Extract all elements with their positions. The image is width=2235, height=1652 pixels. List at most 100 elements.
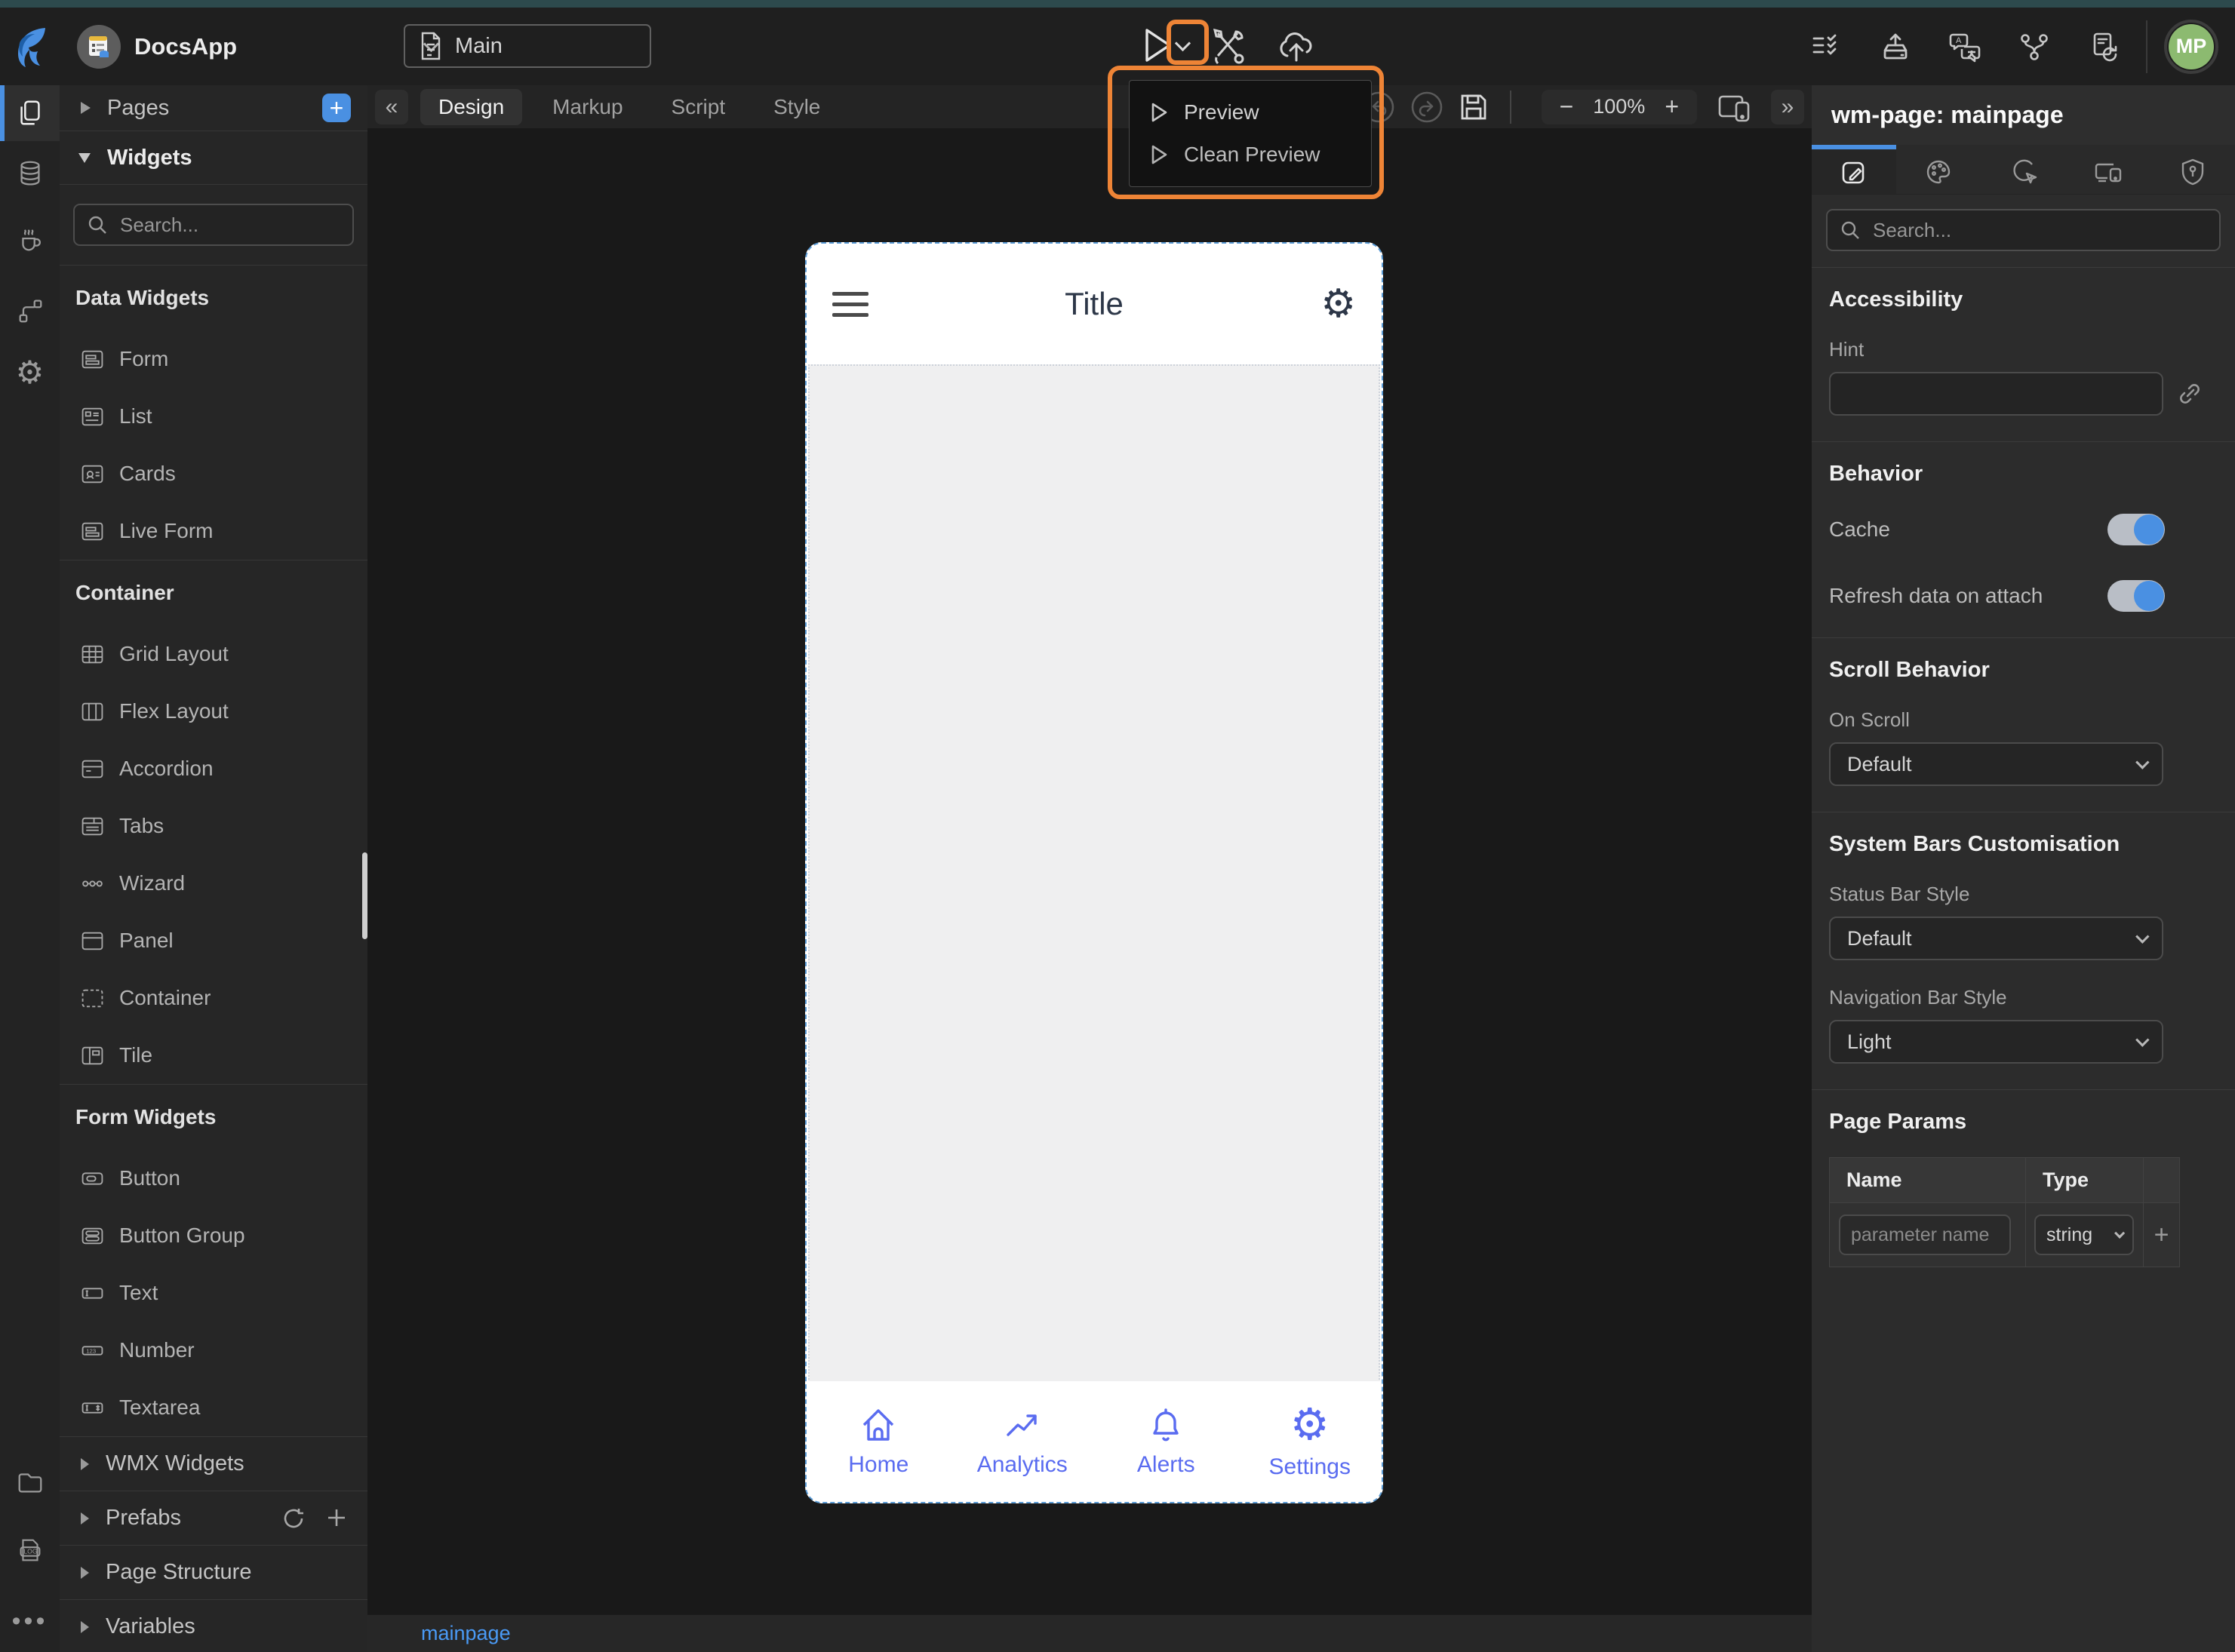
nav-item-analytics[interactable]: Analytics: [951, 1381, 1095, 1502]
cache-row: Cache: [1829, 514, 2218, 545]
widget-search[interactable]: [73, 204, 354, 246]
preview-chevron-button[interactable]: [1174, 35, 1191, 52]
param-name-input[interactable]: [1839, 1214, 2011, 1255]
palette-icon[interactable]: [1896, 145, 1981, 194]
add-page-button[interactable]: +: [322, 94, 351, 122]
widget-item[interactable]: Form: [60, 330, 367, 388]
widget-item[interactable]: Tabs: [60, 797, 367, 855]
widget-item[interactable]: Panel: [60, 912, 367, 969]
properties-search[interactable]: [1826, 209, 2221, 251]
settings-icon[interactable]: ⚙: [0, 345, 60, 401]
shield-icon[interactable]: [2150, 145, 2235, 194]
tab-script[interactable]: Script: [653, 89, 744, 125]
nav-item-home[interactable]: Home: [807, 1381, 951, 1502]
logs-icon[interactable]: LOG: [0, 1522, 60, 1578]
redo-button[interactable]: [1410, 91, 1443, 124]
more-icon[interactable]: •••: [0, 1593, 60, 1649]
widget-item[interactable]: Container: [60, 969, 367, 1027]
nav-item-alerts[interactable]: Alerts: [1094, 1381, 1238, 1502]
search-icon: [88, 216, 106, 234]
run-button[interactable]: [1141, 26, 1174, 65]
pointer-icon[interactable]: [1981, 145, 2065, 194]
java-services-icon[interactable]: [0, 212, 60, 268]
phone-mockup[interactable]: Title ⚙ Home Analytics Alerts ⚙ Settings: [805, 242, 1383, 1503]
hint-label: Hint: [1829, 338, 1865, 361]
widget-item[interactable]: Wizard: [60, 855, 367, 912]
widget-search-input[interactable]: [118, 212, 340, 238]
translate-icon[interactable]: A: [1930, 30, 2000, 63]
zoom-in-button[interactable]: +: [1665, 93, 1679, 121]
widget-item[interactable]: Text: [60, 1264, 367, 1322]
page-file-icon: [421, 32, 441, 60]
panel-scrollbar-thumb[interactable]: [362, 852, 367, 939]
tools-icon[interactable]: [1210, 27, 1245, 65]
topbar-icon-group: A: [1791, 30, 2138, 63]
phone-header-gear-icon[interactable]: ⚙: [1320, 284, 1356, 324]
connectors-icon[interactable]: [0, 283, 60, 339]
checklist-icon[interactable]: [1791, 30, 1861, 63]
app-window: DocsApp Main A MP Preview Clean Preview …: [0, 0, 2235, 1652]
nav-item-settings[interactable]: ⚙ Settings: [1238, 1381, 1382, 1502]
button-group-icon: [81, 1226, 104, 1246]
widget-item[interactable]: Tile: [60, 1027, 367, 1084]
tab-design[interactable]: Design: [420, 88, 523, 125]
page-selector[interactable]: Main: [404, 24, 651, 68]
collapse-left-panel-button[interactable]: «: [375, 89, 408, 124]
user-avatar[interactable]: MP: [2164, 19, 2218, 74]
bind-link-icon[interactable]: [2177, 381, 2203, 407]
expand-right-panel-button[interactable]: »: [1771, 89, 1804, 124]
widget-item[interactable]: Textarea: [60, 1379, 367, 1436]
tab-markup[interactable]: Markup: [534, 89, 641, 125]
pages-section-header[interactable]: Pages +: [60, 85, 367, 131]
publish-cloud-upload-icon[interactable]: [1277, 27, 1316, 65]
doc-sync-icon[interactable]: [2069, 30, 2138, 63]
caret-down-icon: [78, 152, 91, 163]
widgets-section-header[interactable]: Widgets: [60, 131, 367, 185]
page-structure-section[interactable]: Page Structure: [60, 1546, 367, 1600]
add-param-button[interactable]: +: [2144, 1203, 2179, 1267]
save-button[interactable]: [1459, 92, 1489, 122]
prefabs-section[interactable]: Prefabs: [60, 1491, 367, 1546]
widget-item[interactable]: Cards: [60, 445, 367, 502]
text-icon: [81, 1283, 104, 1303]
widget-item[interactable]: Button Group: [60, 1207, 367, 1264]
version-branch-icon[interactable]: [2000, 30, 2069, 63]
nav-label: Settings: [1268, 1454, 1351, 1479]
wmx-widgets-section[interactable]: WMX Widgets: [60, 1437, 367, 1491]
refresh-toggle[interactable]: [2107, 580, 2165, 612]
export-icon[interactable]: [1861, 30, 1930, 63]
zoom-level: 100%: [1593, 95, 1646, 118]
zoom-out-button[interactable]: −: [1560, 93, 1574, 121]
cache-toggle[interactable]: [2107, 514, 2165, 545]
hint-input[interactable]: [1829, 372, 2163, 416]
param-type-select[interactable]: string: [2034, 1214, 2134, 1255]
menu-item-preview[interactable]: Preview: [1130, 91, 1371, 134]
widget-item[interactable]: Live Form: [60, 502, 367, 560]
refresh-icon[interactable]: [281, 1506, 306, 1531]
properties-search-input[interactable]: [1871, 217, 2207, 243]
database-icon[interactable]: [0, 146, 60, 201]
files-icon[interactable]: [0, 1454, 60, 1510]
widget-item[interactable]: Button: [60, 1150, 367, 1207]
widget-item[interactable]: Accordion: [60, 740, 367, 797]
navigation-bar-style-select[interactable]: Light: [1829, 1020, 2163, 1064]
phone-content-area[interactable]: [808, 364, 1380, 1383]
widget-item[interactable]: 123 Number: [60, 1322, 367, 1379]
menu-item-clean-preview[interactable]: Clean Preview: [1130, 134, 1371, 176]
section-title: Form Widgets: [75, 1105, 217, 1128]
pages-icon[interactable]: [0, 85, 60, 141]
phone-page-title[interactable]: Title: [807, 286, 1382, 322]
devices-icon[interactable]: [2066, 145, 2150, 194]
widget-item[interactable]: Flex Layout: [60, 683, 367, 740]
widget-item[interactable]: List: [60, 388, 367, 445]
status-bar-style-value: Default: [1847, 926, 1912, 950]
status-bar-style-select[interactable]: Default: [1829, 917, 2163, 960]
variables-section[interactable]: Variables: [60, 1600, 367, 1652]
on-scroll-select[interactable]: Default: [1829, 742, 2163, 786]
widget-item[interactable]: Grid Layout: [60, 625, 367, 683]
tab-style[interactable]: Style: [755, 89, 838, 125]
add-prefab-icon[interactable]: [325, 1506, 348, 1529]
edit-icon[interactable]: [1812, 145, 1897, 194]
breadcrumb-mainpage[interactable]: mainpage: [421, 1622, 511, 1645]
device-preview-icon[interactable]: [1717, 91, 1754, 124]
